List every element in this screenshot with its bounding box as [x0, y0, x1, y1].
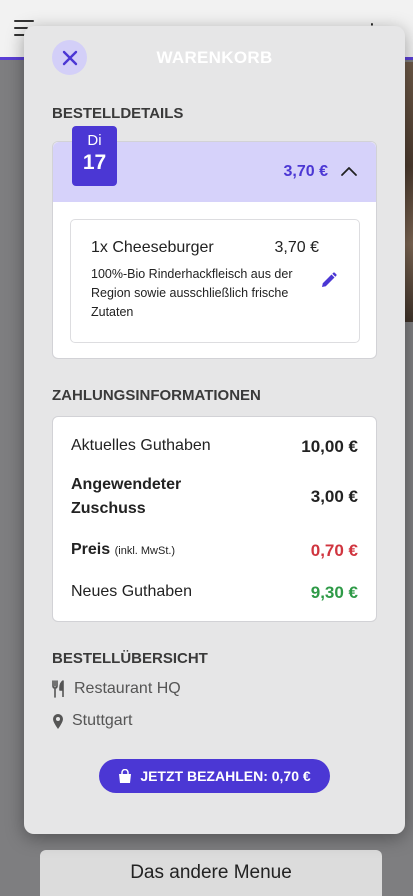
map-pin-icon	[53, 713, 63, 729]
restaurant-row: Restaurant HQ	[52, 680, 181, 698]
date-badge: Di 17	[72, 126, 117, 186]
price-value: 0,70 €	[310, 541, 358, 560]
item-price: 3,70 €	[274, 239, 319, 256]
location-row: Stuttgart	[52, 712, 132, 730]
subsidy-value: 3,00 €	[310, 487, 358, 506]
pay-now-button[interactable]: JETZT BEZAHLEN: 0,70 €	[99, 759, 330, 793]
new-balance-label: Neues Guthaben	[71, 583, 192, 600]
price-row: Preis (inkl. MwSt.) 0,70 €	[71, 541, 358, 565]
payment-heading: ZAHLUNGSINFORMATIONEN	[52, 387, 261, 404]
order-item: 1x Cheeseburger 3,70 € 100%-Bio Rinderha…	[70, 219, 360, 343]
chevron-up-icon[interactable]	[340, 164, 358, 178]
date-weekday: Di	[87, 132, 102, 149]
item-name: 1x Cheeseburger	[91, 239, 214, 256]
price-tax-note: (inkl. MwSt.)	[114, 545, 176, 557]
new-balance-row: Neues Guthaben 9,30 €	[71, 583, 358, 607]
overview-heading: BESTELLÜBERSICHT	[52, 650, 208, 667]
payment-card: Aktuelles Guthaben 10,00 € Angewendeter …	[52, 416, 377, 622]
cart-modal: WARENKORB BESTELLDETAILS 3,70 € 1x Chees…	[24, 26, 405, 834]
subsidy-label: Angewendeter Zuschuss	[71, 476, 182, 517]
price-label-wrap: Preis (inkl. MwSt.)	[71, 541, 175, 559]
subsidy-row: Angewendeter Zuschuss 3,00 €	[71, 473, 358, 523]
order-details-heading: BESTELLDETAILS	[52, 105, 184, 122]
item-description: 100%-Bio Rinderhackfleisch aus der Regio…	[91, 267, 293, 319]
restaurant-name: Restaurant HQ	[74, 680, 181, 697]
modal-title: WARENKORB	[156, 48, 273, 67]
price-label: Preis	[71, 541, 111, 558]
new-balance-value: 9,30 €	[310, 583, 358, 602]
other-menu-button[interactable]: Das andere Menue	[40, 850, 382, 896]
balance-value: 10,00 €	[301, 437, 358, 456]
location-name: Stuttgart	[72, 712, 133, 729]
cutlery-icon	[52, 680, 64, 698]
shopping-bag-icon	[119, 768, 132, 783]
order-total: 3,70 €	[283, 163, 328, 180]
pay-now-label: JETZT BEZAHLEN: 0,70 €	[140, 768, 311, 784]
date-day: 17	[82, 151, 107, 174]
balance-label: Aktuelles Guthaben	[71, 437, 211, 454]
edit-icon[interactable]	[320, 272, 337, 289]
balance-row: Aktuelles Guthaben 10,00 €	[71, 437, 358, 461]
